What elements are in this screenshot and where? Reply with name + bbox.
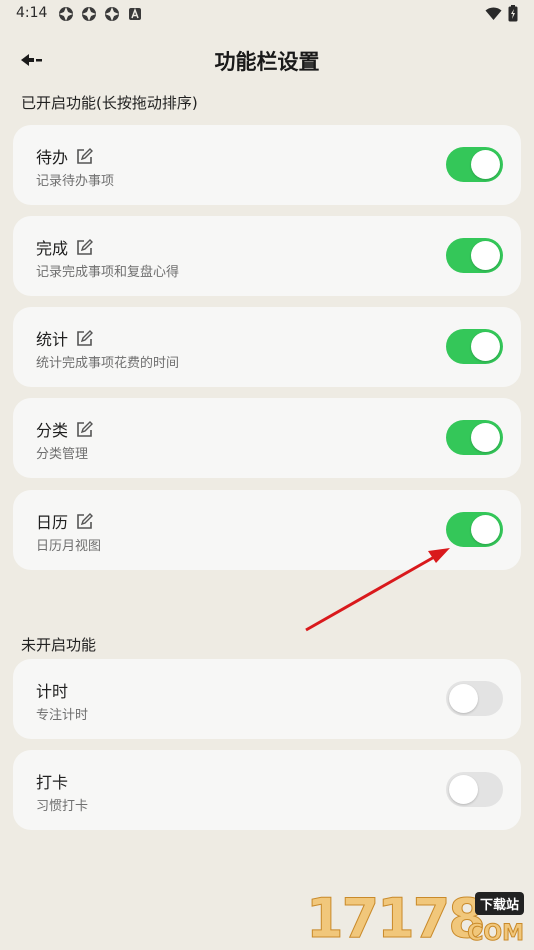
feature-toggle[interactable] xyxy=(446,329,503,364)
feature-title: 打卡 xyxy=(36,773,69,792)
feature-toggle[interactable] xyxy=(446,772,503,807)
feature-desc: 记录完成事项和复盘心得 xyxy=(36,265,180,280)
status-time: 4:14 xyxy=(16,5,48,21)
feature-toggle[interactable] xyxy=(446,420,503,455)
feature-card-timer[interactable]: 计时 专注计时 xyxy=(13,659,521,739)
watermark-digits: 17178 xyxy=(306,887,487,950)
edit-icon[interactable] xyxy=(76,329,94,347)
edit-icon[interactable] xyxy=(76,238,94,256)
feature-title: 待办 xyxy=(36,148,69,167)
battery-icon xyxy=(508,5,518,22)
wifi-icon xyxy=(485,7,502,20)
toggle-knob xyxy=(471,241,500,270)
toggle-knob xyxy=(471,515,500,544)
feature-toggle[interactable] xyxy=(446,681,503,716)
edit-icon[interactable] xyxy=(76,147,94,165)
feature-desc: 习惯打卡 xyxy=(36,799,89,814)
watermark-badge: 下载站 xyxy=(474,892,524,915)
feature-card-calendar[interactable]: 日历 日历月视图 xyxy=(13,490,521,570)
edit-icon[interactable] xyxy=(76,420,94,438)
feature-card-checkin[interactable]: 打卡 习惯打卡 xyxy=(13,750,521,830)
feature-card-done[interactable]: 完成 记录完成事项和复盘心得 xyxy=(13,216,521,296)
watermark-suffix: COM xyxy=(467,921,525,947)
toggle-knob xyxy=(449,684,478,713)
toggle-knob xyxy=(471,423,500,452)
toggle-knob xyxy=(471,332,500,361)
feature-desc: 分类管理 xyxy=(36,447,89,462)
notification-icons xyxy=(58,6,143,22)
feature-card-todo[interactable]: 待办 记录待办事项 xyxy=(13,125,521,205)
feature-toggle[interactable] xyxy=(446,147,503,182)
feature-desc: 日历月视图 xyxy=(36,539,102,554)
feature-title: 完成 xyxy=(36,239,69,258)
page-title: 功能栏设置 xyxy=(214,50,320,74)
feature-desc: 专注计时 xyxy=(36,708,89,723)
feature-toggle[interactable] xyxy=(446,512,503,547)
feature-toggle[interactable] xyxy=(446,238,503,273)
header: 功能栏设置 xyxy=(0,40,534,80)
feature-desc: 记录待办事项 xyxy=(36,174,115,189)
watermark-logo: 17178 下载站 COM xyxy=(302,887,530,950)
toggle-knob xyxy=(471,150,500,179)
app-icon xyxy=(59,7,73,21)
feature-title: 统计 xyxy=(36,330,69,349)
feature-title: 日历 xyxy=(36,513,69,532)
app-icon xyxy=(82,7,96,21)
toggle-knob xyxy=(449,775,478,804)
edit-icon[interactable] xyxy=(76,512,94,530)
disabled-section-label: 未开启功能 xyxy=(21,636,97,654)
feature-card-category[interactable]: 分类 分类管理 xyxy=(13,398,521,478)
status-icons-right xyxy=(485,5,518,22)
feature-card-stats[interactable]: 统计 统计完成事项花费的时间 xyxy=(13,307,521,387)
feature-desc: 统计完成事项花费的时间 xyxy=(36,356,180,371)
feature-title: 计时 xyxy=(36,682,69,701)
enabled-section-label: 已开启功能(长按拖动排序) xyxy=(21,94,198,112)
app-icon xyxy=(105,7,119,21)
feature-title: 分类 xyxy=(36,421,69,440)
a-badge-icon xyxy=(129,7,141,20)
status-bar: 4:14 xyxy=(0,0,534,28)
